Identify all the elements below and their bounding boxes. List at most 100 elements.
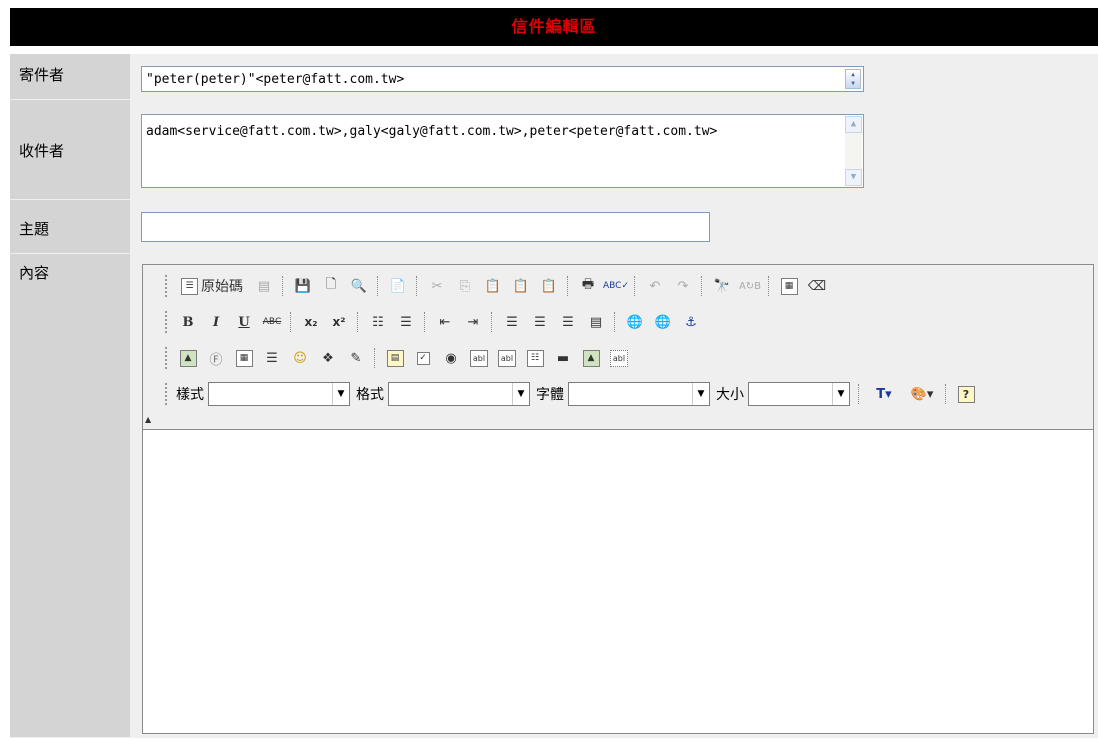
italic-icon[interactable]: I [204,310,228,334]
chevron-down-icon: ▼ [832,383,849,405]
text-color-icon[interactable]: T▾ [867,382,901,406]
chevron-down-icon: ▼ [692,383,709,405]
templates-icon[interactable]: ▤ [252,274,276,298]
scroll-down-icon[interactable]: ▼ [845,169,862,186]
remove-format-icon[interactable]: ⌫ [805,274,829,298]
style-label: 樣式 [176,387,204,403]
rule-icon[interactable]: ☰ [260,346,284,370]
content-label-text: 內容 [19,264,50,282]
format-dropdown[interactable]: ▼ [388,382,530,406]
anchor-icon[interactable]: ⚓ [679,310,703,334]
source-icon: ☰ [181,277,198,295]
content-label: 內容 [10,254,130,738]
about-icon[interactable]: ? [954,382,978,406]
preview-icon[interactable]: 🔍 [347,274,371,298]
sender-spinner[interactable]: ▲ ▼ [845,69,861,89]
content-row: 內容 ☰ 原始碼 ▤ 💾 🗋 🔍 📄 ✂ ⎘ 📋 📋 📋 🖶 ABC✓ ↶ ↷ … [10,254,1098,739]
form-box: ▤ [386,349,404,367]
replace-icon[interactable]: A↻B [738,274,762,298]
format-label: 格式 [356,387,384,403]
paste-text-icon[interactable]: 📋 [509,274,533,298]
sender-label: 寄件者 [10,54,130,100]
save-icon[interactable]: 💾 [291,274,315,298]
copy-icon[interactable]: ⎘ [453,274,477,298]
special-char-icon[interactable]: ❖ [316,346,340,370]
align-center-icon[interactable]: ☰ [528,310,552,334]
undo-icon[interactable]: ↶ [643,274,667,298]
scroll-up-icon[interactable]: ▲ [845,116,862,133]
indent-icon[interactable]: ⇥ [461,310,485,334]
textarea-icon[interactable]: abl [495,346,519,370]
toolbar-separator [634,276,637,296]
spin-up-icon[interactable]: ▲ [846,70,860,79]
font-dropdown[interactable]: ▼ [568,382,710,406]
new-page-icon[interactable]: 🗋 [319,274,343,298]
editor-content-area[interactable] [143,430,1093,733]
strike-icon[interactable]: ABC [260,310,284,334]
outdent-icon[interactable]: ⇤ [433,310,457,334]
toolbar-separator [290,312,293,332]
bold-icon[interactable]: B [176,310,200,334]
button-icon[interactable]: ▬ [551,346,575,370]
page-break-icon[interactable]: ✎ [344,346,368,370]
chevron-down-icon: ▼ [332,383,349,405]
paste-word2-icon[interactable]: 📋 [537,274,561,298]
hidden-field-icon[interactable]: abl [607,346,631,370]
toolbar-row-4: 樣式 ▼ 格式 ▼ 字體 ▼ 大小 ▼ T▾ 🎨▾ ? [165,380,980,408]
textarea-box: abl [498,349,516,367]
size-dropdown[interactable]: ▼ [748,382,850,406]
toolbar-grip [165,383,170,405]
subject-input[interactable] [141,212,710,242]
unlink-icon[interactable]: 🌐 [651,310,675,334]
print-icon[interactable]: 🖶 [576,274,600,298]
redo-icon[interactable]: ↷ [671,274,695,298]
textfield-box: abl [470,349,488,367]
link-icon[interactable]: 🌐 [623,310,647,334]
table-box: ▦ [235,349,253,367]
ordered-list-icon[interactable]: ☷ [366,310,390,334]
form-icon[interactable]: ▤ [383,346,407,370]
underline-icon[interactable]: U [232,310,256,334]
content-cell: ☰ 原始碼 ▤ 💾 🗋 🔍 📄 ✂ ⎘ 📋 📋 📋 🖶 ABC✓ ↶ ↷ 🔭 A… [130,254,1098,739]
collapse-toolbar-icon[interactable]: ▲ [145,415,151,424]
font-label: 字體 [536,387,564,403]
sender-value: "peter(peter)"<peter@fatt.com.tw> [146,72,405,87]
spin-down-icon[interactable]: ▼ [846,79,860,88]
superscript-icon[interactable]: x² [327,310,351,334]
align-left-icon[interactable]: ☰ [500,310,524,334]
toolbar-grip [165,275,170,297]
subject-label: 主題 [10,200,130,254]
align-right-icon[interactable]: ☰ [556,310,580,334]
checkbox-icon[interactable]: ✓ [411,346,435,370]
textfield-icon[interactable]: abl [467,346,491,370]
radio-icon[interactable]: ◉ [439,346,463,370]
select-icon[interactable]: ☷ [523,346,547,370]
unordered-list-icon[interactable]: ☰ [394,310,418,334]
style-dropdown[interactable]: ▼ [208,382,350,406]
source-button[interactable]: ☰ 原始碼 [176,274,248,298]
editor-header: 信件編輯區 [10,8,1098,46]
sender-row: 寄件者 "peter(peter)"<peter@fatt.com.tw> ▲ … [10,54,1098,101]
recipients-label: 收件者 [10,100,130,200]
justify-icon[interactable]: ▤ [584,310,608,334]
sender-select[interactable]: "peter(peter)"<peter@fatt.com.tw> ▲ ▼ [141,66,864,92]
recipients-scrollbar[interactable]: ▲ ▼ [845,116,862,186]
smiley-icon[interactable]: ☺ [288,346,312,370]
flash-icon[interactable]: Ⓕ [204,346,228,370]
recipients-textarea[interactable]: adam<service@fatt.com.tw>,galy<galy@fatt… [141,114,864,188]
image-button-icon[interactable]: ▲ [579,346,603,370]
paste-word-icon[interactable]: 📄 [386,274,410,298]
find-icon[interactable]: 🔭 [710,274,734,298]
sender-label-text: 寄件者 [19,66,65,84]
bg-color-icon[interactable]: 🎨▾ [905,382,939,406]
cut-icon[interactable]: ✂ [425,274,449,298]
checkbox-box: ✓ [416,351,430,365]
paste-icon[interactable]: 📋 [481,274,505,298]
subscript-icon[interactable]: x₂ [299,310,323,334]
spellcheck-icon[interactable]: ABC✓ [603,274,629,298]
select-all-icon[interactable]: ▦ [777,274,801,298]
table-icon[interactable]: ▦ [232,346,256,370]
toolbar-separator [282,276,285,296]
image-icon[interactable]: ▲ [176,346,200,370]
source-label: 原始碼 [201,279,243,295]
